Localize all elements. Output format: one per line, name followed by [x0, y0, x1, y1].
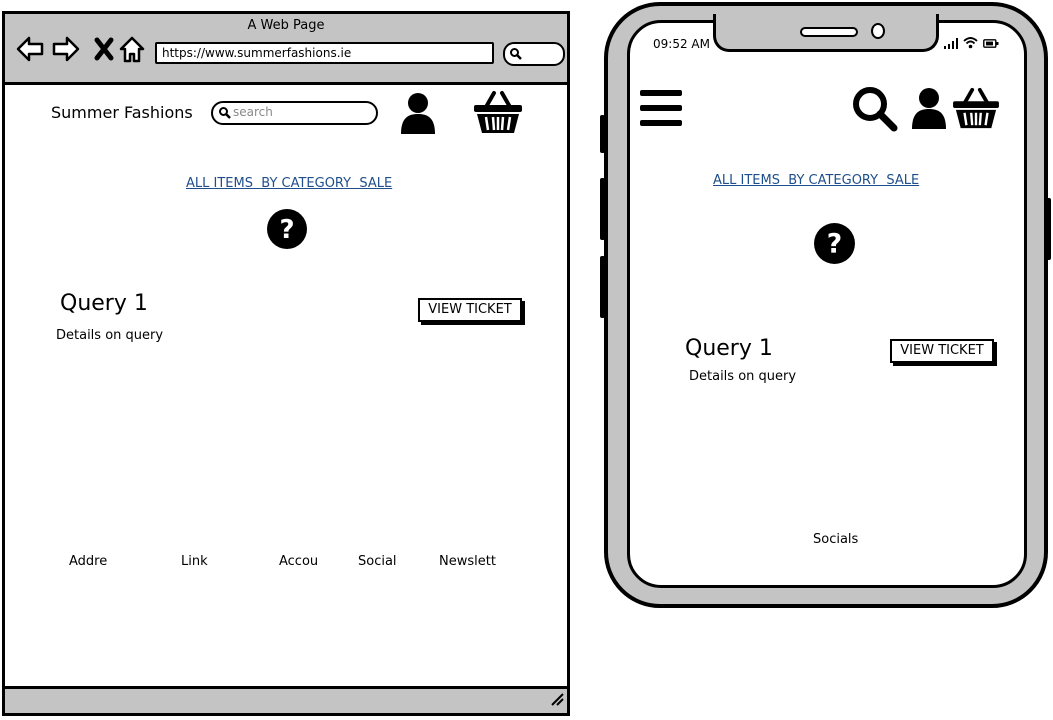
browser-search-field[interactable]	[503, 42, 565, 66]
search-placeholder: search	[233, 105, 273, 119]
search-icon	[510, 48, 522, 60]
query-title: Query 1	[60, 291, 148, 316]
wifi-icon	[963, 37, 978, 49]
signal-icon	[944, 38, 958, 49]
category-nav-links[interactable]: ALL ITEMS BY CATEGORY SALE	[186, 176, 392, 191]
query-details: Details on query	[689, 369, 797, 384]
footer-socials[interactable]: Socials	[813, 532, 858, 547]
home-icon[interactable]	[117, 34, 147, 64]
footer-newsletter[interactable]: Newslett	[439, 554, 496, 569]
query-title: Query 1	[685, 336, 773, 361]
user-icon[interactable]	[398, 91, 438, 135]
browser-toolbar: A Web Page https://www.summerfashions.ie	[5, 14, 567, 85]
phone-speaker	[800, 27, 858, 37]
basket-icon[interactable]	[472, 89, 524, 135]
address-bar[interactable]: https://www.summerfashions.ie	[155, 42, 494, 64]
query-details: Details on query	[56, 328, 164, 343]
site-title: Summer Fashions	[51, 103, 193, 122]
resize-grip-icon[interactable]	[549, 691, 565, 707]
battery-icon	[983, 39, 999, 48]
footer-account[interactable]: Accou	[279, 554, 318, 569]
help-icon: ?	[267, 209, 307, 249]
browser-window: A Web Page https://www.summerfashions.ie…	[2, 11, 570, 716]
svg-text:?: ?	[827, 229, 842, 260]
menu-icon[interactable]	[640, 90, 682, 126]
footer-socials[interactable]: Social	[358, 554, 397, 569]
status-time: 09:52 AM	[653, 37, 710, 51]
help-icon: ?	[814, 223, 855, 264]
forward-arrow-icon[interactable]	[51, 34, 81, 64]
footer-address[interactable]: Addre	[69, 554, 107, 569]
basket-icon[interactable]	[951, 86, 1001, 130]
browser-status-bar	[5, 686, 567, 713]
close-icon[interactable]	[89, 34, 119, 64]
view-ticket-button[interactable]: VIEW TICKET	[418, 298, 522, 322]
user-icon[interactable]	[910, 86, 948, 130]
category-nav-links[interactable]: ALL ITEMS BY CATEGORY SALE	[713, 173, 919, 188]
phone-camera	[871, 23, 885, 39]
phone-notch	[713, 14, 939, 52]
back-arrow-icon[interactable]	[15, 34, 45, 64]
window-title: A Web Page	[247, 18, 325, 33]
search-icon	[219, 107, 231, 119]
view-ticket-button[interactable]: VIEW TICKET	[890, 339, 994, 363]
site-search-input[interactable]: search	[211, 101, 378, 125]
svg-text:?: ?	[279, 215, 294, 245]
search-icon[interactable]	[852, 86, 898, 132]
footer-links[interactable]: Link	[181, 554, 208, 569]
